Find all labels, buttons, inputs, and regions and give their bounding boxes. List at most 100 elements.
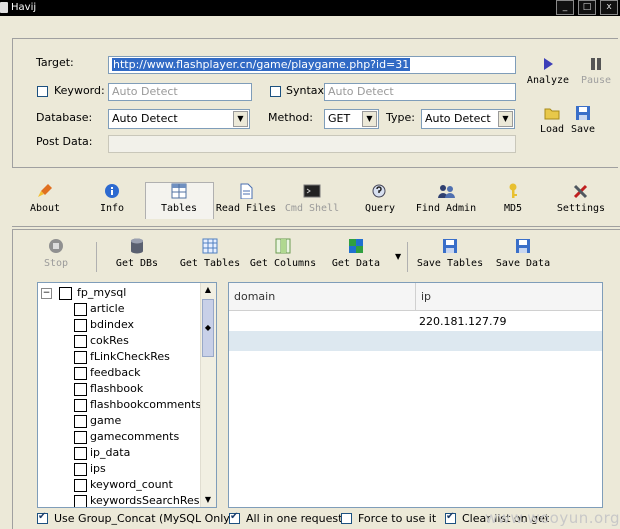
table-icon xyxy=(171,183,187,199)
syntax-checkbox[interactable] xyxy=(270,86,281,97)
tab-info[interactable]: Info xyxy=(94,183,130,219)
table-icon xyxy=(202,238,218,254)
checkbox[interactable] xyxy=(74,398,87,412)
tab-query[interactable]: Query xyxy=(360,183,400,219)
admin-icon xyxy=(438,185,455,198)
tree-scrollbar[interactable]: ▲ ◆ ▼ xyxy=(200,283,216,507)
tree-item[interactable]: article xyxy=(74,302,125,316)
query-icon xyxy=(372,184,386,198)
get-tables-button[interactable]: Get Tables xyxy=(178,238,242,272)
tree-item-label: feedback xyxy=(90,366,141,379)
get-columns-label: Get Columns xyxy=(249,258,317,269)
tree-item[interactable]: bdindex xyxy=(74,318,134,332)
save-button[interactable]: Save xyxy=(568,106,598,136)
get-data-button[interactable]: Get Data xyxy=(330,238,382,272)
collapse-icon[interactable]: − xyxy=(41,287,52,299)
tab-md5[interactable]: MD5 xyxy=(498,183,528,219)
tree-item[interactable]: flashbookcomments xyxy=(74,398,201,412)
save-data-button[interactable]: Save Data xyxy=(494,238,552,272)
tree-item[interactable]: ip_data xyxy=(74,446,130,460)
column-header-domain[interactable]: domain xyxy=(229,283,416,311)
database-select[interactable]: Auto Detect ▼ xyxy=(108,109,250,129)
all-in-one-checkbox[interactable] xyxy=(229,511,240,524)
tree-item[interactable]: cokRes xyxy=(74,334,129,348)
data-icon xyxy=(349,239,363,253)
get-data-dropdown-icon[interactable]: ▼ xyxy=(395,252,401,261)
type-select[interactable]: Auto Detect ▼ xyxy=(421,109,515,129)
new-row[interactable] xyxy=(229,331,602,351)
tree-item-label: keywordsSearchRes xyxy=(90,494,200,507)
tree-item[interactable]: gamecomments xyxy=(74,430,179,444)
stop-button[interactable]: Stop xyxy=(40,238,72,272)
close-button[interactable]: x xyxy=(600,0,618,15)
load-button[interactable]: Load xyxy=(536,106,568,136)
checkbox[interactable] xyxy=(74,350,87,364)
floppy-icon xyxy=(443,239,457,253)
keyword-input[interactable]: Auto Detect xyxy=(108,83,252,101)
checkbox[interactable] xyxy=(74,414,87,428)
checkbox[interactable] xyxy=(74,494,87,507)
force-checkbox[interactable] xyxy=(341,513,352,524)
table-row[interactable]: 220.181.127.79 xyxy=(229,311,602,331)
get-tables-label: Get Tables xyxy=(179,258,241,269)
checkbox[interactable] xyxy=(74,366,87,380)
minimize-button[interactable]: _ xyxy=(556,0,574,15)
target-input[interactable]: http://www.flashplayer.cn/game/playgame.… xyxy=(108,56,516,74)
method-select[interactable]: GET ▼ xyxy=(324,109,379,129)
tab-cmd-shell[interactable]: Cmd Shell xyxy=(283,183,341,219)
pause-label: Pause xyxy=(580,75,612,86)
clear-list-checkbox[interactable] xyxy=(445,511,456,524)
analyze-button[interactable]: Analyze xyxy=(524,57,572,87)
checkbox[interactable] xyxy=(74,430,87,444)
folder-icon xyxy=(544,108,560,120)
tree-item[interactable]: game xyxy=(74,414,121,428)
checkbox[interactable] xyxy=(74,446,87,460)
tab-settings[interactable]: Settings xyxy=(554,183,608,219)
tree-item-label: cokRes xyxy=(90,334,129,347)
tab-cmd-shell-label: Cmd Shell xyxy=(284,203,340,214)
stop-label: Stop xyxy=(43,258,69,269)
checkbox[interactable] xyxy=(74,462,87,476)
tab-info-label: Info xyxy=(99,203,125,214)
checkbox[interactable] xyxy=(58,286,72,300)
maximize-button[interactable]: □ xyxy=(578,0,596,15)
cell-ip: 220.181.127.79 xyxy=(419,315,507,328)
tab-read-files[interactable]: Read Files xyxy=(214,183,278,219)
data-grid[interactable]: domain ip 220.181.127.79 xyxy=(228,282,603,508)
window-title: Havij xyxy=(11,2,37,13)
tree-item[interactable]: flashbook xyxy=(74,382,143,396)
tab-about[interactable]: About xyxy=(22,183,68,219)
scroll-thumb[interactable]: ◆ xyxy=(202,299,214,357)
tree-item[interactable]: keyword_count xyxy=(74,478,173,492)
scroll-up-icon[interactable]: ▲ xyxy=(201,283,215,297)
keyword-checkbox[interactable] xyxy=(37,86,48,97)
post-data-input[interactable] xyxy=(108,135,516,153)
tab-query-label: Query xyxy=(364,203,396,214)
tree-item[interactable]: keywordsSearchRes xyxy=(74,494,200,507)
scroll-down-icon[interactable]: ▼ xyxy=(201,493,215,507)
tree-item[interactable]: fLinkCheckRes xyxy=(74,350,170,364)
tab-tables[interactable]: Tables xyxy=(155,183,203,219)
tree-item[interactable]: feedback xyxy=(74,366,141,380)
key-icon xyxy=(509,183,517,198)
checkbox[interactable] xyxy=(74,382,87,396)
get-dbs-button[interactable]: Get DBs xyxy=(112,238,162,272)
tree-item-label: article xyxy=(90,302,125,315)
column-header-ip[interactable]: ip xyxy=(416,283,602,311)
checkbox[interactable] xyxy=(74,302,87,316)
terminal-icon xyxy=(303,184,321,198)
checkbox[interactable] xyxy=(74,478,87,492)
tree-item[interactable]: ips xyxy=(74,462,106,476)
rocket-icon xyxy=(38,184,52,197)
tree-root[interactable]: − fp_mysql xyxy=(41,286,126,300)
group-concat-checkbox[interactable] xyxy=(37,511,48,524)
pause-button[interactable]: Pause xyxy=(578,57,614,87)
syntax-input[interactable]: Auto Detect xyxy=(324,83,516,101)
checkbox[interactable] xyxy=(74,334,87,348)
database-tree[interactable]: − fp_mysql article bdindex cokRes fLinkChec… xyxy=(37,282,217,508)
load-label: Load xyxy=(539,124,565,135)
checkbox[interactable] xyxy=(74,318,87,332)
save-tables-button[interactable]: Save Tables xyxy=(416,238,484,272)
tab-find-admin[interactable]: Find Admin xyxy=(414,183,478,219)
get-columns-button[interactable]: Get Columns xyxy=(248,238,318,272)
